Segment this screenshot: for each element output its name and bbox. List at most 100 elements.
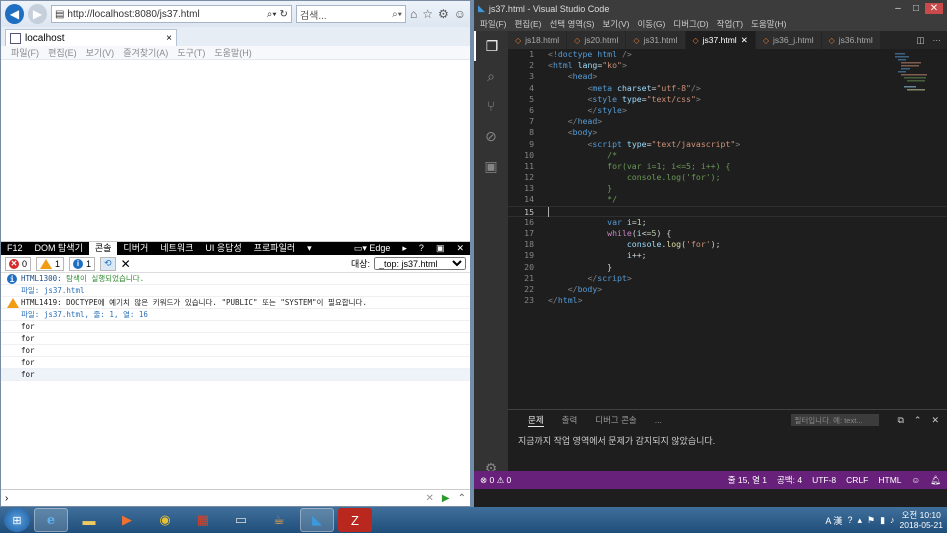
extensions-icon[interactable]: ▣ [474,151,508,181]
chrome-icon[interactable]: ◉ [148,508,182,532]
tab-js31[interactable]: ◇ js31.html [626,31,686,49]
console-input[interactable]: › ✕ ▶ ⌃ [1,489,470,506]
media-player-icon[interactable]: ▶ [110,508,144,532]
tab-console[interactable]: 콘솔 [88,242,118,255]
filezilla-icon[interactable]: Z [338,508,372,532]
menu-file[interactable]: 파일(F) [480,18,507,30]
flag-icon[interactable]: ⚑ [867,515,875,526]
menu-favorites[interactable]: 즐겨찾기(A) [123,46,168,59]
clock[interactable]: 오전 10:10 2018-05-21 [900,510,943,530]
maximize-panel-icon[interactable]: ⌃ [914,415,922,426]
split-editor-icon[interactable]: ◫ [916,35,924,46]
tab-debugger[interactable]: 디버거 [117,242,154,255]
app-icon[interactable]: ▦ [186,508,220,532]
help-icon[interactable]: ? [413,242,430,255]
menu-debug[interactable]: 디버그(D) [673,18,708,30]
command-prompt-icon[interactable]: ▭ [224,508,258,532]
menu-tasks[interactable]: 작업(T) [717,18,744,30]
volume-icon[interactable]: ♪ [890,515,895,525]
internet-explorer-icon[interactable]: e [34,508,68,532]
file-explorer-icon[interactable]: ▬ [72,508,106,532]
tab-profiler[interactable]: 프로파일러 [248,242,301,255]
problems-filter-input[interactable]: 필터입니다. 예: text... [791,414,880,426]
gear-icon[interactable]: ⚙ [438,7,449,21]
menu-help[interactable]: 도움말(H) [214,46,251,59]
info-filter-button[interactable]: i 1 [69,256,96,271]
menu-edit[interactable]: 편집(E) [515,18,542,30]
eol-status[interactable]: CRLF [846,475,868,485]
refresh-icon[interactable]: ↻ [280,9,288,20]
help-icon[interactable]: ? [847,515,852,525]
search-icon[interactable]: ⌕▾ [392,9,402,20]
error-filter-button[interactable]: ✕ 0 [5,256,32,271]
tab-output[interactable]: 출력 [562,414,578,426]
tab-problems[interactable]: 문제 [528,414,544,427]
close-icon[interactable]: × [166,33,172,44]
search-icon[interactable]: ⌕ [474,61,508,91]
language-status[interactable]: HTML [878,475,901,485]
minimize-button[interactable]: – [889,3,907,14]
explorer-icon[interactable]: ❐ [474,31,508,61]
target-dropdown[interactable]: _top: js37.html [374,257,466,270]
smiley-icon[interactable]: ☺ [454,7,466,21]
tab-debug-console[interactable]: 디버그 콘솔 [595,414,636,426]
close-icon[interactable]: ✕ [741,35,748,46]
close-button[interactable]: ✕ [925,3,943,14]
warning-filter-button[interactable]: 1 [36,256,65,271]
emulation-dropdown[interactable]: ▭▾ Edge [348,242,397,255]
close-icon[interactable]: ✕ [450,242,470,255]
java-icon[interactable]: ☕︎ [262,508,296,532]
menu-file[interactable]: 파일(F) [11,46,39,59]
tab-network[interactable]: 네트워크 [154,242,199,255]
problems-status[interactable]: ⊗ 0 ⚠ 0 [480,475,511,486]
menu-selection[interactable]: 선택 영역(S) [549,18,594,30]
ime-indicator[interactable]: A 漢 [825,514,842,527]
tab-js18[interactable]: ◇ js18.html [508,31,568,49]
menu-edit[interactable]: 편집(E) [48,46,77,59]
back-button[interactable]: ◀ [5,4,24,24]
tab-js36-j[interactable]: ◇ js36_j.html [755,31,822,49]
more-tabs-icon[interactable]: ▾ [301,242,318,255]
notifications-bell-icon[interactable]: 🔔︎ [930,475,941,486]
favorites-star-icon[interactable]: ☆ [422,7,433,21]
menu-help[interactable]: 도움말(H) [751,18,786,30]
network-icon[interactable]: ▮ [880,515,885,526]
run-icon[interactable]: ▶ [442,493,450,504]
panel-more-icon[interactable]: ... [655,415,662,425]
tab-dom-explorer[interactable]: DOM 탐색기 [29,242,89,255]
source-control-icon[interactable]: ⑂ [474,91,508,121]
tab-ui-responsiveness[interactable]: UI 응답성 [199,242,247,255]
maximize-button[interactable]: □ [907,3,925,14]
menu-view[interactable]: 보기(V) [86,46,115,59]
info-file-link[interactable]: 파일: js37.html [21,286,84,295]
close-panel-icon[interactable]: ✕ [931,415,939,426]
tray-arrow-icon[interactable]: ▴ [857,515,862,526]
search-input[interactable]: 검색... ⌕▾ [295,5,406,23]
menu-tools[interactable]: 도구(T) [177,46,205,59]
tab-localhost[interactable]: localhost × [5,29,177,46]
search-dropdown-icon[interactable]: ⌕▾ [267,9,277,20]
menu-go[interactable]: 이동(G) [637,18,665,30]
feedback-smiley-icon[interactable]: ☺ [912,475,921,485]
indentation-status[interactable]: 공백: 4 [777,474,802,486]
clear-input-icon[interactable]: ✕ [426,493,434,504]
tab-js36[interactable]: ◇ js36.html [821,31,881,49]
tab-js37[interactable]: ◇ js37.html ✕ [685,31,756,49]
expand-icon[interactable]: ⌃ [458,493,466,504]
vscode-taskbar-icon[interactable]: ◣ [300,508,334,532]
home-icon[interactable]: ⌂ [410,7,417,21]
clear-on-navigate-button[interactable]: ⟲ [100,256,116,271]
more-actions-icon[interactable]: ··· [933,35,942,45]
menu-view[interactable]: 보기(V) [602,18,629,30]
undock-icon[interactable]: ▣ [430,242,451,255]
encoding-status[interactable]: UTF-8 [812,475,836,485]
forward-button[interactable]: ▶ [27,4,47,24]
start-button[interactable]: ⊞ [4,508,30,532]
clear-console-icon[interactable]: ✕ [121,257,131,271]
cursor-position[interactable]: 줄 15, 열 1 [728,474,767,486]
console-prompt-icon[interactable]: ▸ [396,242,413,255]
debug-icon[interactable]: ⊘ [474,121,508,151]
url-field[interactable]: ▤ http://localhost:8080/js37.html ⌕▾ ↻ [50,5,292,23]
warning-file-link[interactable]: 파일: js37.html, 줄: 1, 열: 16 [21,310,148,319]
collapse-all-icon[interactable]: ⧉ [897,415,903,426]
